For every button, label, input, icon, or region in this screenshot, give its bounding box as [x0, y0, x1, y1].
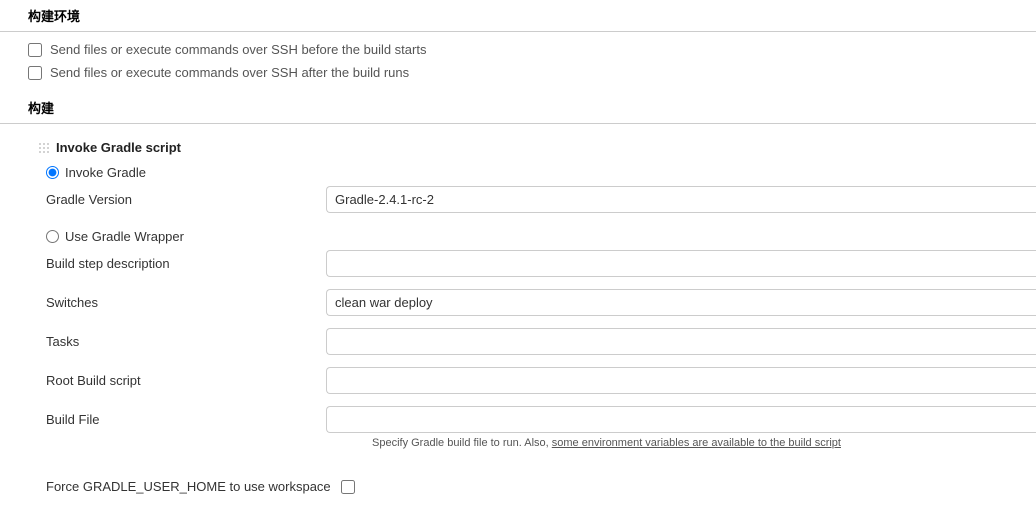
switches-input[interactable]: [326, 289, 1036, 316]
ssh-after-checkbox[interactable]: [28, 66, 42, 80]
section-header-build: 构建: [0, 92, 1036, 124]
build-file-row: Build File: [38, 406, 1036, 433]
use-wrapper-radio-row: Use Gradle Wrapper: [38, 229, 1036, 244]
drag-handle-icon[interactable]: [38, 142, 50, 154]
build-step-title: Invoke Gradle script: [56, 140, 181, 155]
root-build-script-row: Root Build script: [38, 367, 1036, 394]
force-gradle-home-checkbox[interactable]: [341, 480, 355, 494]
gradle-version-label: Gradle Version: [38, 192, 326, 207]
build-step-block: Invoke Gradle script Invoke Gradle Gradl…: [0, 130, 1036, 469]
ssh-before-label: Send files or execute commands over SSH …: [50, 42, 426, 57]
force-gradle-home-label: Force GRADLE_USER_HOME to use workspace: [46, 479, 331, 494]
invoke-gradle-radio-row: Invoke Gradle: [38, 165, 1036, 180]
root-build-script-label: Root Build script: [38, 373, 326, 388]
root-build-script-input[interactable]: [326, 367, 1036, 394]
switches-row: Switches: [38, 289, 1036, 316]
ssh-before-row: Send files or execute commands over SSH …: [0, 38, 1036, 61]
build-step-desc-row: Build step description: [38, 250, 1036, 277]
use-wrapper-radio-label: Use Gradle Wrapper: [65, 229, 184, 244]
ssh-before-checkbox[interactable]: [28, 43, 42, 57]
build-step-desc-input[interactable]: [326, 250, 1036, 277]
build-step-title-row: Invoke Gradle script: [38, 140, 1036, 155]
invoke-gradle-radio-label: Invoke Gradle: [65, 165, 146, 180]
gradle-version-input[interactable]: [326, 186, 1036, 213]
ssh-after-label: Send files or execute commands over SSH …: [50, 65, 409, 80]
tasks-input[interactable]: [326, 328, 1036, 355]
tasks-label: Tasks: [38, 334, 326, 349]
build-file-help-prefix: Specify Gradle build file to run. Also,: [372, 437, 552, 449]
switches-label: Switches: [38, 295, 326, 310]
use-wrapper-radio[interactable]: [46, 230, 59, 243]
build-file-help-link[interactable]: some environment variables are available…: [552, 437, 841, 449]
section-header-build-env: 构建环境: [0, 0, 1036, 32]
gradle-version-row: Gradle Version: [38, 186, 1036, 213]
tasks-row: Tasks: [38, 328, 1036, 355]
build-file-help: Specify Gradle build file to run. Also, …: [372, 437, 1036, 449]
build-step-desc-label: Build step description: [38, 256, 326, 271]
build-file-input[interactable]: [326, 406, 1036, 433]
invoke-gradle-radio[interactable]: [46, 166, 59, 179]
ssh-after-row: Send files or execute commands over SSH …: [0, 61, 1036, 84]
build-file-label: Build File: [38, 412, 326, 427]
force-gradle-home-row: Force GRADLE_USER_HOME to use workspace: [0, 479, 1036, 494]
